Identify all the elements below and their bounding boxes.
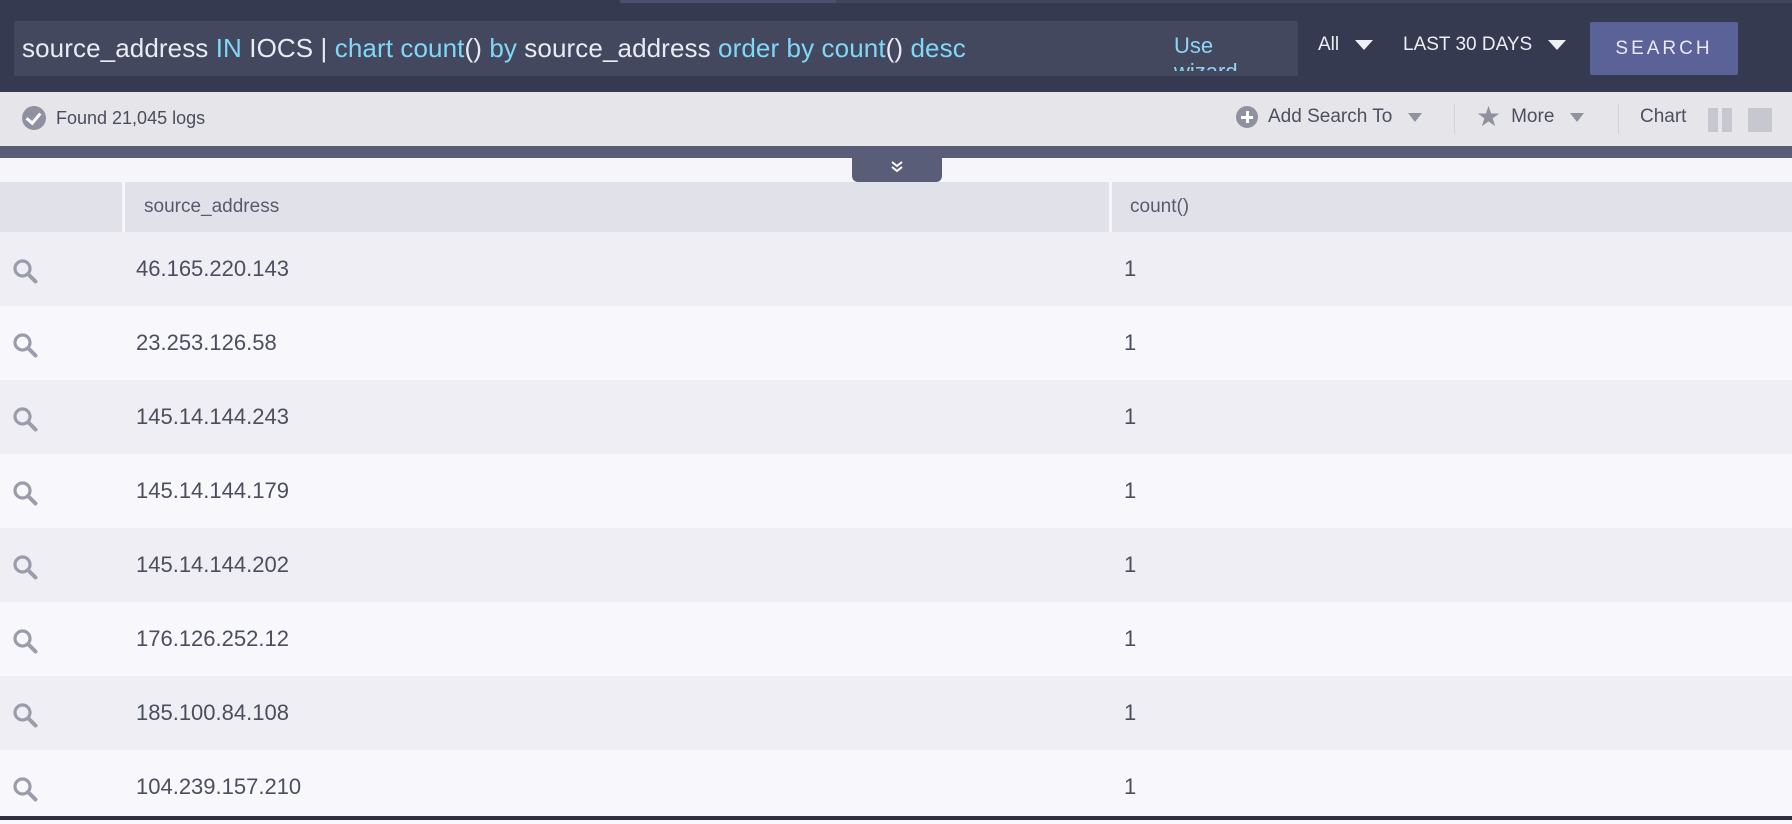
query-token: source_address — [516, 33, 719, 63]
split-layout-pane — [1708, 108, 1718, 132]
chevron-down-icon — [1548, 40, 1567, 50]
magnifier-icon[interactable] — [12, 702, 38, 728]
table-row: 145.14.144.202 1 — [0, 528, 1792, 602]
cell-source-address: 46.165.220.143 — [136, 256, 289, 281]
cell-count: 1 — [1124, 774, 1137, 799]
cell-source-address: 104.239.157.210 — [136, 774, 302, 799]
single-layout-icon[interactable] — [1748, 108, 1772, 132]
more-button[interactable]: ★ More — [1476, 101, 1585, 132]
cell-source-address: 185.100.84.108 — [136, 700, 289, 725]
table-row: 23.253.126.58 1 — [0, 306, 1792, 380]
toolbar-divider — [1618, 104, 1619, 134]
column-separator — [1109, 182, 1112, 232]
query-keyword: order by count — [718, 33, 886, 63]
add-search-to-label: Add Search To — [1268, 106, 1393, 127]
magnifier-icon[interactable] — [12, 480, 38, 506]
chart-label: Chart — [1640, 106, 1687, 127]
column-separator — [122, 182, 125, 232]
toolbar-divider — [1454, 104, 1455, 134]
found-status: Found 21,045 logs — [22, 106, 205, 130]
column-header-source-address[interactable]: source_address — [144, 182, 279, 232]
magnifier-icon[interactable] — [12, 332, 38, 358]
cell-count: 1 — [1124, 552, 1137, 577]
plus-circle-icon — [1236, 106, 1258, 128]
cell-source-address: 145.14.144.179 — [136, 478, 289, 503]
results-toolbar: Found 21,045 logs Add Search To ★ More C… — [0, 92, 1792, 146]
time-range-dropdown[interactable]: LAST 30 DAYS — [1403, 34, 1567, 56]
double-chevron-down-icon — [891, 161, 903, 173]
magnifier-icon[interactable] — [12, 258, 38, 284]
query-text[interactable]: source_address IN IOCS | chart count() b… — [22, 33, 966, 64]
table-row: 46.165.220.143 1 — [0, 232, 1792, 306]
cell-source-address: 23.253.126.58 — [136, 330, 277, 355]
scope-dropdown-value: All — [1318, 34, 1340, 55]
search-button[interactable]: SEARCH — [1590, 22, 1738, 75]
cell-count: 1 — [1124, 256, 1137, 281]
table-row: 145.14.144.243 1 — [0, 380, 1792, 454]
tab-indicator-rest — [836, 0, 1792, 3]
query-token: () — [464, 33, 490, 63]
table-header: source_address count() — [0, 182, 1792, 232]
star-icon: ★ — [1476, 101, 1502, 132]
chevron-down-icon — [1408, 112, 1423, 122]
chevron-down-icon — [1355, 40, 1374, 50]
query-keyword: by — [489, 33, 517, 63]
query-keyword: IN — [215, 33, 242, 63]
chevron-down-icon — [1570, 112, 1585, 122]
column-header-count[interactable]: count() — [1130, 182, 1189, 232]
query-keyword: chart count — [334, 33, 465, 63]
scope-dropdown[interactable]: All — [1318, 34, 1374, 56]
cell-source-address: 145.14.144.243 — [136, 404, 289, 429]
cell-count: 1 — [1124, 626, 1137, 651]
table-row: 176.126.252.12 1 — [0, 602, 1792, 676]
split-layout-pane — [1722, 108, 1732, 132]
cell-source-address: 176.126.252.12 — [136, 626, 289, 651]
split-layout-icon[interactable] — [1708, 108, 1732, 132]
cell-count: 1 — [1124, 404, 1137, 429]
table-body: 46.165.220.143 1 23.253.126.58 1 145.14.144.… — [0, 232, 1792, 824]
query-keyword: desc — [910, 33, 966, 63]
bottom-border — [0, 816, 1792, 820]
magnifier-icon[interactable] — [12, 406, 38, 432]
query-token: () — [885, 33, 911, 63]
time-range-value: LAST 30 DAYS — [1403, 34, 1533, 55]
cell-count: 1 — [1124, 330, 1137, 355]
tab-indicator — [620, 0, 840, 3]
table-row: 104.239.157.210 1 — [0, 750, 1792, 824]
magnifier-icon[interactable] — [12, 776, 38, 802]
cell-count: 1 — [1124, 700, 1137, 725]
found-count-text: Found 21,045 logs — [56, 107, 206, 128]
query-bar: source_address IN IOCS | chart count() b… — [0, 0, 1792, 92]
query-token: IOCS | — [241, 33, 335, 63]
check-circle-icon — [22, 106, 46, 130]
magnifier-icon[interactable] — [12, 628, 38, 654]
add-search-to-button[interactable]: Add Search To — [1236, 106, 1423, 128]
magnifier-icon[interactable] — [12, 554, 38, 580]
cell-count: 1 — [1124, 478, 1137, 503]
query-input[interactable]: source_address IN IOCS | chart count() b… — [14, 21, 1298, 76]
more-label: More — [1511, 106, 1555, 127]
query-token: source_address — [22, 33, 216, 63]
collapse-panel-button[interactable] — [852, 152, 942, 182]
cell-source-address: 145.14.144.202 — [136, 552, 289, 577]
table-row: 185.100.84.108 1 — [0, 676, 1792, 750]
use-wizard-link[interactable]: Use wizard — [1174, 33, 1264, 71]
table-row: 145.14.144.179 1 — [0, 454, 1792, 528]
